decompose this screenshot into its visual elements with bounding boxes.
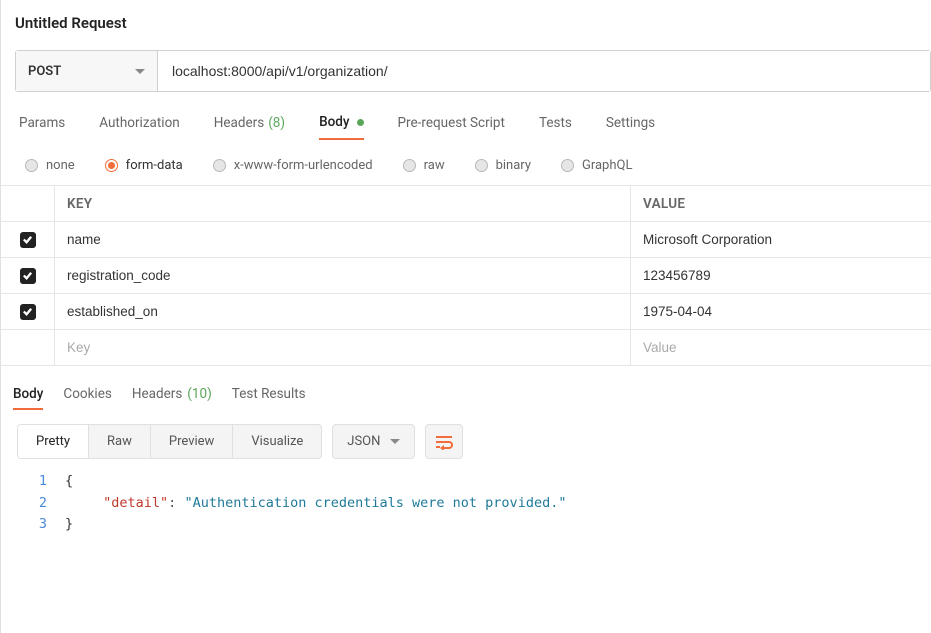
table-row bbox=[1, 258, 931, 294]
radio-binary-label: binary bbox=[496, 158, 531, 173]
form-data-table: KEY VALUE bbox=[1, 185, 931, 366]
row-checkbox[interactable] bbox=[20, 268, 36, 284]
tab-settings[interactable]: Settings bbox=[606, 114, 655, 140]
request-bar: POST bbox=[15, 50, 931, 92]
resp-tab-headers-count: (10) bbox=[187, 386, 212, 404]
resp-tab-headers[interactable]: Headers (10) bbox=[132, 386, 212, 410]
radio-graphql-label: GraphQL bbox=[582, 158, 632, 173]
code-token: "detail" bbox=[103, 495, 168, 511]
radio-xwww-label: x-www-form-urlencoded bbox=[234, 158, 373, 173]
radio-xwww[interactable]: x-www-form-urlencoded bbox=[213, 158, 373, 173]
radio-icon bbox=[561, 159, 574, 172]
tab-body[interactable]: Body bbox=[319, 114, 363, 140]
value-input[interactable] bbox=[643, 304, 919, 319]
radio-graphql[interactable]: GraphQL bbox=[561, 158, 632, 173]
radio-icon bbox=[213, 159, 226, 172]
code-lines[interactable]: { "detail": "Authentication credentials … bbox=[65, 471, 931, 536]
chevron-down-icon bbox=[135, 69, 145, 74]
radio-raw[interactable]: raw bbox=[403, 158, 445, 173]
method-label: POST bbox=[28, 64, 61, 79]
radio-none-label: none bbox=[46, 158, 75, 173]
view-preview[interactable]: Preview bbox=[151, 425, 233, 458]
radio-icon bbox=[105, 159, 118, 172]
resp-tab-test-results[interactable]: Test Results bbox=[232, 386, 306, 410]
table-header: KEY VALUE bbox=[1, 186, 931, 222]
wrap-icon bbox=[435, 434, 453, 450]
key-input[interactable] bbox=[67, 232, 618, 247]
check-icon bbox=[22, 270, 33, 281]
tab-prerequest[interactable]: Pre-request Script bbox=[398, 114, 505, 140]
dot-indicator-icon bbox=[357, 119, 364, 126]
tab-body-label: Body bbox=[319, 114, 349, 130]
radio-binary[interactable]: binary bbox=[475, 158, 531, 173]
col-header-value: VALUE bbox=[631, 186, 931, 221]
code-token: "Authentication credentials were not pro… bbox=[184, 495, 566, 511]
radio-icon bbox=[403, 159, 416, 172]
url-input[interactable] bbox=[158, 51, 930, 91]
value-input[interactable] bbox=[643, 340, 919, 355]
wrap-toggle[interactable] bbox=[425, 424, 463, 459]
view-pretty[interactable]: Pretty bbox=[18, 425, 89, 458]
key-input[interactable] bbox=[67, 340, 618, 355]
value-input[interactable] bbox=[643, 232, 919, 247]
resp-tab-headers-label: Headers bbox=[132, 386, 182, 404]
format-select[interactable]: JSON bbox=[332, 424, 415, 459]
tab-headers-count: (8) bbox=[268, 115, 285, 131]
code-token: { bbox=[65, 473, 73, 489]
tab-authorization[interactable]: Authorization bbox=[99, 114, 179, 140]
radio-form-data[interactable]: form-data bbox=[105, 158, 183, 173]
line-number: 2 bbox=[15, 493, 47, 515]
code-token: : bbox=[168, 495, 176, 511]
line-gutter: 1 2 3 bbox=[15, 471, 65, 536]
check-icon bbox=[22, 306, 33, 317]
tab-headers-label: Headers bbox=[214, 115, 264, 131]
col-header-key: KEY bbox=[55, 186, 631, 221]
radio-icon bbox=[25, 159, 38, 172]
body-type-radios: none form-data x-www-form-urlencoded raw… bbox=[15, 158, 931, 173]
radio-form-data-label: form-data bbox=[126, 158, 183, 173]
view-raw[interactable]: Raw bbox=[89, 425, 151, 458]
check-icon bbox=[22, 234, 33, 245]
row-checkbox[interactable] bbox=[20, 232, 36, 248]
response-toolbar: Pretty Raw Preview Visualize JSON bbox=[15, 424, 931, 459]
request-title: Untitled Request bbox=[15, 14, 931, 32]
line-number: 1 bbox=[15, 471, 47, 493]
row-checkbox[interactable] bbox=[20, 304, 36, 320]
radio-icon bbox=[475, 159, 488, 172]
tab-headers[interactable]: Headers (8) bbox=[214, 114, 285, 140]
view-visualize[interactable]: Visualize bbox=[233, 425, 321, 458]
view-segment: Pretty Raw Preview Visualize bbox=[17, 424, 322, 459]
key-input[interactable] bbox=[67, 268, 618, 283]
tab-params[interactable]: Params bbox=[19, 114, 65, 140]
method-select[interactable]: POST bbox=[16, 51, 158, 91]
radio-none[interactable]: none bbox=[25, 158, 75, 173]
table-row bbox=[1, 294, 931, 330]
response-tabs: Body Cookies Headers (10) Test Results bbox=[13, 386, 931, 410]
chevron-down-icon bbox=[390, 439, 400, 444]
tab-tests[interactable]: Tests bbox=[539, 114, 572, 140]
response-body: 1 2 3 { "detail": "Authentication creden… bbox=[15, 471, 931, 536]
key-input[interactable] bbox=[67, 304, 618, 319]
resp-tab-cookies[interactable]: Cookies bbox=[63, 386, 111, 410]
value-input[interactable] bbox=[643, 268, 919, 283]
table-row bbox=[1, 222, 931, 258]
code-token: } bbox=[65, 516, 73, 532]
table-row-empty bbox=[1, 330, 931, 366]
radio-raw-label: raw bbox=[424, 158, 445, 173]
line-number: 3 bbox=[15, 514, 47, 536]
resp-tab-body[interactable]: Body bbox=[13, 386, 43, 410]
request-tabs: Params Authorization Headers (8) Body Pr… bbox=[15, 114, 931, 140]
format-label: JSON bbox=[347, 434, 380, 449]
